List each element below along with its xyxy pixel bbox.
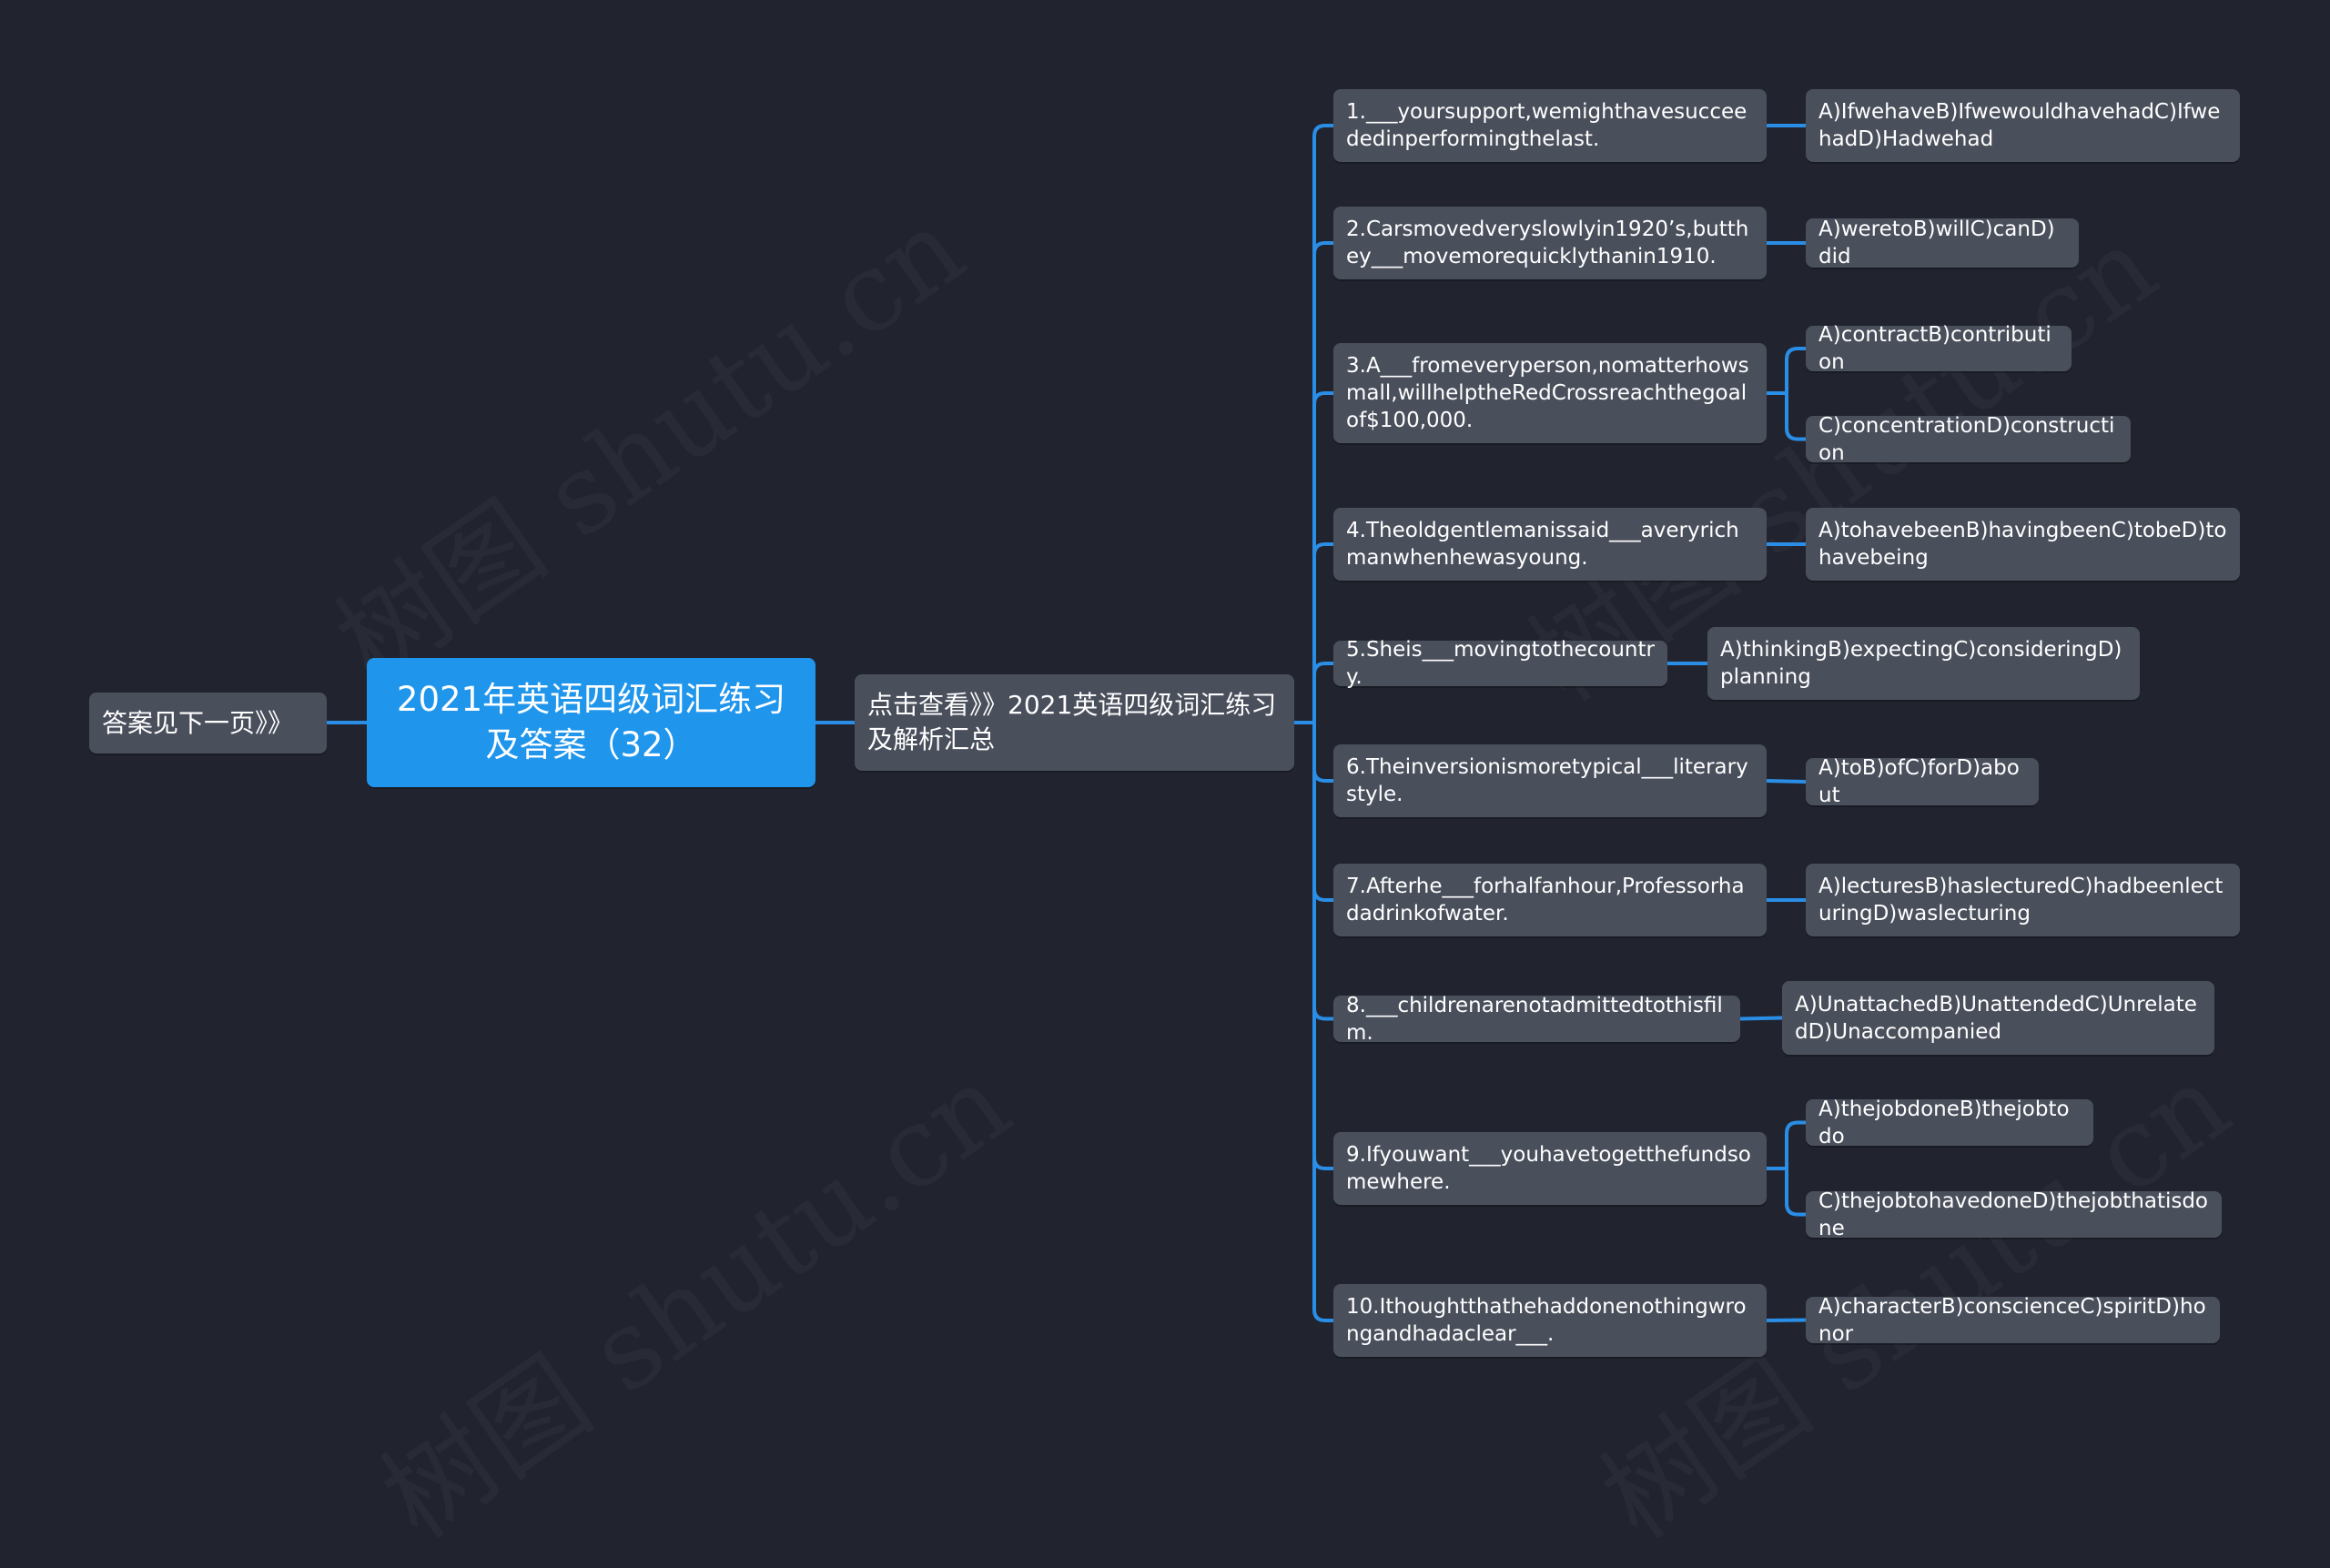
answer-node-4-1-text: A)tohavebeenB)havingbeenC)tobeD)tohavebe… [1818, 519, 2227, 570]
question-node-9-text: 9.Ifyouwant___youhavetogetthefundsomewhe… [1346, 1143, 1751, 1194]
mindmap-canvas: 树图 shutu.cn 树图 shutu.cn 树图 shutu.cn 树图 s… [0, 0, 2330, 1446]
question-node-6[interactable]: 6.Theinversionismoretypical___literaryst… [1333, 744, 1767, 817]
connector-question-7 [1312, 721, 1335, 902]
connector-question-10 [1312, 721, 1335, 1322]
left-node-answer-next-page[interactable]: 答案见下一页》》 [89, 693, 327, 754]
root-title: 2021年英语四级词汇练习及答案（32） [396, 680, 786, 764]
answer-node-3-1[interactable]: A)contractB)contribution [1806, 323, 2072, 374]
answer-node-9-1[interactable]: A)thejobdoneB)thejobtodo [1806, 1098, 2093, 1148]
connector-question-6 [1312, 721, 1335, 783]
question-node-4[interactable]: 4.Theoldgentlemanissaid___averyrichmanwh… [1333, 508, 1767, 581]
answer-node-4-1[interactable]: A)tohavebeenB)havingbeenC)tobeD)tohavebe… [1806, 508, 2240, 581]
connector-answer-3-2 [1765, 391, 1808, 441]
question-node-5-text: 5.Sheis___movingtothecountry. [1346, 638, 1655, 689]
question-node-2-text: 2.Carsmovedveryslowlyin1920’s,butthey___… [1346, 217, 1749, 268]
answer-node-7-1-text: A)lecturesB)haslecturedC)hadbeenlecturin… [1818, 875, 2224, 926]
connector-question-5 [1312, 662, 1335, 724]
connector-answer-8 [1738, 1016, 1784, 1021]
connector-question-9 [1312, 721, 1335, 1170]
question-node-10[interactable]: 10.Ithoughtthathehaddonenothingwrongandh… [1333, 1284, 1767, 1357]
answer-node-5-1-text: A)thinkingB)expectingC)consideringD)plan… [1720, 638, 2122, 689]
answer-node-3-2-text: C)concentrationD)construction [1818, 413, 2115, 465]
answer-node-3-2[interactable]: C)concentrationD)construction [1806, 414, 2131, 465]
link-node-view-summary[interactable]: 点击查看》》2021英语四级词汇练习及解析汇总 [855, 674, 1294, 771]
link-node-label: 点击查看》》2021英语四级词汇练习及解析汇总 [867, 690, 1277, 754]
answer-node-3-1-text: A)contractB)contribution [1818, 323, 2051, 374]
answer-node-9-1-text: A)thejobdoneB)thejobtodo [1818, 1097, 2070, 1148]
question-node-10-text: 10.Ithoughtthathehaddonenothingwrongandh… [1346, 1295, 1747, 1346]
answer-node-1-1[interactable]: A)IfwehaveB)IfwewouldhavehadC)IfwehadD)H… [1806, 89, 2240, 162]
answer-node-6-1-text: A)toB)ofC)forD)about [1818, 756, 2020, 807]
connector-answer-9-1 [1765, 1120, 1808, 1170]
answer-node-10-1[interactable]: A)characterB)conscienceC)spiritD)honor [1806, 1295, 2220, 1346]
connector-question-3 [1312, 391, 1335, 724]
connector-question-8 [1312, 721, 1335, 1021]
answer-node-8-1-text: A)UnattachedB)UnattendedC)UnrelatedD)Una… [1795, 992, 2197, 1044]
answer-node-2-1[interactable]: A)weretoB)willC)canD)did [1806, 217, 2079, 268]
connector-answer-10 [1765, 1318, 1808, 1322]
question-node-8-text: 8.___childrenarenotadmittedtothisfilm. [1346, 993, 1723, 1045]
left-node-label: 答案见下一页》》 [102, 707, 294, 738]
question-node-2[interactable]: 2.Carsmovedveryslowlyin1920’s,butthey___… [1333, 207, 1767, 279]
question-node-5[interactable]: 5.Sheis___movingtothecountry. [1333, 638, 1667, 689]
answer-node-9-2-text: C)thejobtohavedoneD)thejobthatisdone [1818, 1189, 2209, 1240]
answer-node-7-1[interactable]: A)lecturesB)haslecturedC)hadbeenlecturin… [1806, 864, 2240, 936]
question-node-8[interactable]: 8.___childrenarenotadmittedtothisfilm. [1333, 994, 1740, 1045]
answer-node-6-1[interactable]: A)toB)ofC)forD)about [1806, 756, 2039, 807]
question-node-3[interactable]: 3.A___fromeveryperson,nomatterhowsmall,w… [1333, 343, 1767, 443]
connector-question-4 [1312, 542, 1335, 724]
watermark: 树图 shutu.cn [300, 164, 989, 713]
question-node-7[interactable]: 7.Afterhe___forhalfanhour,Professorhadad… [1333, 864, 1767, 936]
answer-node-5-1[interactable]: A)thinkingB)expectingC)consideringD)plan… [1707, 627, 2140, 700]
connector-question-2 [1312, 241, 1335, 724]
question-node-1[interactable]: 1.___yoursupport,wemighthavesucceededinp… [1333, 89, 1767, 162]
connector-answer-6 [1765, 779, 1808, 784]
watermark: 树图 shutu.cn [346, 1019, 1035, 1568]
question-node-9[interactable]: 9.Ifyouwant___youhavetogetthefundsomewhe… [1333, 1132, 1767, 1205]
answer-node-8-1[interactable]: A)UnattachedB)UnattendedC)UnrelatedD)Una… [1782, 981, 2214, 1055]
question-node-3-text: 3.A___fromeveryperson,nomatterhowsmall,w… [1346, 354, 1749, 432]
answer-node-2-1-text: A)weretoB)willC)canD)did [1818, 217, 2055, 268]
question-node-1-text: 1.___yoursupport,wemighthavesucceededinp… [1346, 100, 1748, 151]
question-node-7-text: 7.Afterhe___forhalfanhour,Professorhadad… [1346, 875, 1745, 926]
answer-node-10-1-text: A)characterB)conscienceC)spiritD)honor [1818, 1294, 2206, 1346]
question-node-6-text: 6.Theinversionismoretypical___literaryst… [1346, 755, 1748, 806]
question-node-4-text: 4.Theoldgentlemanissaid___averyrichmanwh… [1346, 519, 1739, 570]
root-node[interactable]: 2021年英语四级词汇练习及答案（32） [367, 658, 816, 787]
connector-question-1 [1312, 124, 1335, 724]
answer-node-9-2[interactable]: C)thejobtohavedoneD)thejobthatisdone [1806, 1189, 2222, 1240]
answer-node-1-1-text: A)IfwehaveB)IfwewouldhavehadC)IfwehadD)H… [1818, 100, 2221, 151]
connector-answer-3-1 [1765, 347, 1808, 395]
connector-answer-9-2 [1765, 1167, 1808, 1217]
